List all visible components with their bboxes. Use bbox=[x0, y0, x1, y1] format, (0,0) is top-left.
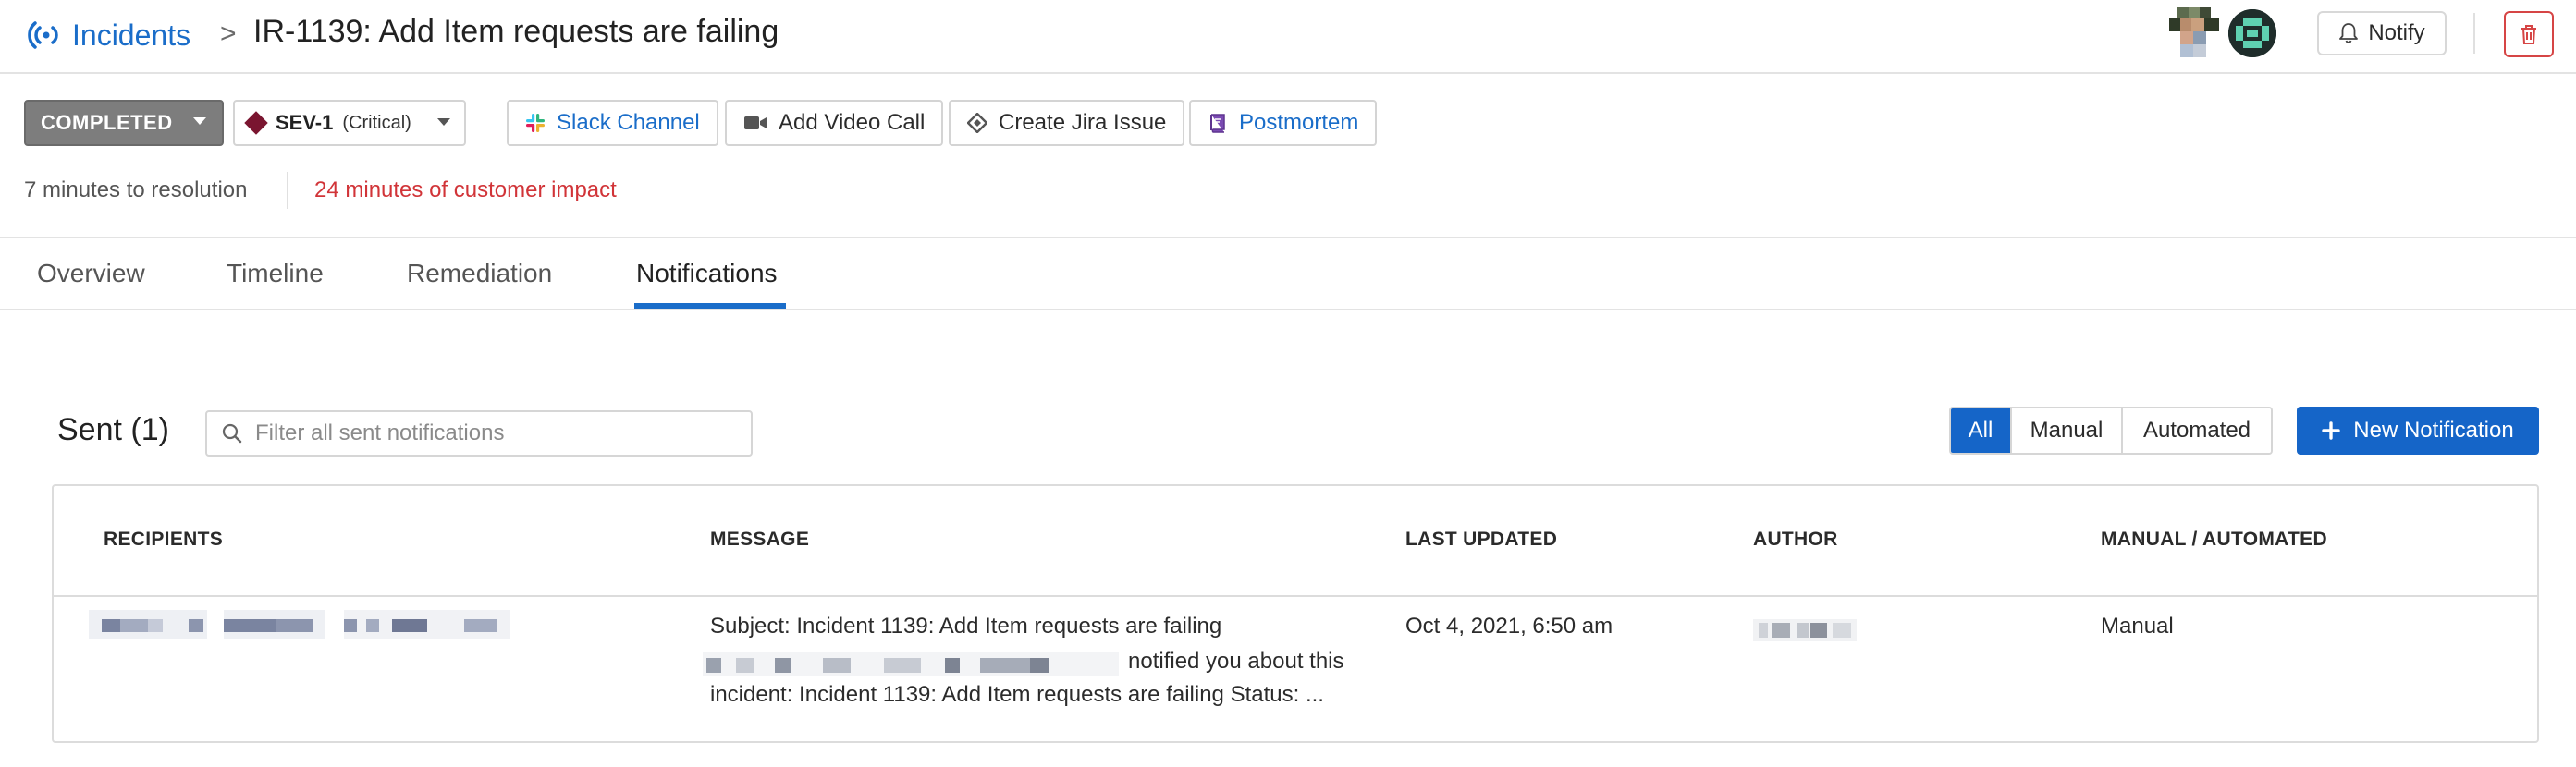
bell-icon bbox=[2338, 22, 2359, 44]
delete-incident-button[interactable] bbox=[2504, 11, 2554, 57]
message-body-preview: incident: Incident 1139: Add Item reques… bbox=[710, 682, 1324, 707]
slack-icon bbox=[525, 113, 546, 133]
message-subject: Subject: Incident 1139: Add Item request… bbox=[710, 614, 1222, 639]
tab-overview[interactable]: Overview bbox=[37, 259, 145, 288]
column-header-recipients[interactable]: RECIPIENTS bbox=[104, 529, 223, 551]
column-header-author[interactable]: AUTHOR bbox=[1753, 529, 1838, 551]
filter-all[interactable]: All bbox=[1951, 408, 2012, 453]
severity-diamond-icon bbox=[244, 111, 268, 135]
video-camera-icon bbox=[743, 115, 767, 131]
filter-automated[interactable]: Automated bbox=[2123, 408, 2271, 453]
search-box[interactable] bbox=[205, 410, 753, 457]
tab-notifications[interactable]: Notifications bbox=[636, 259, 778, 288]
tab-remediation[interactable]: Remediation bbox=[407, 259, 552, 288]
notify-label: Notify bbox=[2368, 20, 2425, 45]
incidents-breadcrumb-link[interactable]: Incidents bbox=[24, 13, 190, 57]
severity-dropdown[interactable]: SEV-1 (Critical) bbox=[233, 100, 466, 146]
redacted-recipients bbox=[89, 610, 533, 639]
slack-channel-button[interactable]: Slack Channel bbox=[507, 100, 718, 146]
column-header-manual-automated[interactable]: MANUAL / AUTOMATED bbox=[2101, 529, 2327, 551]
avatar[interactable] bbox=[2169, 7, 2219, 57]
trash-icon bbox=[2519, 23, 2539, 45]
chevron-down-icon bbox=[192, 116, 207, 126]
breadcrumb-chevron-icon: > bbox=[220, 18, 237, 49]
notification-type-value: Manual bbox=[2101, 614, 2174, 639]
search-input[interactable] bbox=[253, 420, 751, 447]
incidents-link-label: Incidents bbox=[72, 18, 191, 52]
new-notification-button[interactable]: New Notification bbox=[2297, 407, 2539, 455]
chevron-down-icon bbox=[436, 117, 451, 127]
add-video-call-label: Add Video Call bbox=[779, 110, 926, 135]
status-value: COMPLETED bbox=[41, 111, 173, 134]
plus-icon bbox=[2322, 421, 2340, 440]
page-title: IR-1139: Add Item requests are failing bbox=[253, 14, 779, 49]
create-jira-issue-label: Create Jira Issue bbox=[999, 110, 1167, 135]
tabs-top-border bbox=[0, 237, 2576, 238]
customer-impact: 24 minutes of customer impact bbox=[314, 177, 617, 202]
sent-section-title: Sent (1) bbox=[57, 412, 169, 447]
incidents-logo-icon bbox=[24, 16, 63, 55]
active-tab-indicator bbox=[634, 303, 786, 309]
message-notified-text: notified you about this bbox=[1128, 649, 1344, 674]
new-notification-label: New Notification bbox=[2353, 418, 2514, 443]
status-dropdown[interactable]: COMPLETED bbox=[24, 100, 224, 146]
jira-icon bbox=[967, 113, 987, 133]
header-divider bbox=[2473, 13, 2475, 54]
create-jira-issue-button[interactable]: Create Jira Issue bbox=[949, 100, 1185, 146]
postmortem-label: Postmortem bbox=[1239, 110, 1359, 135]
add-video-call-button[interactable]: Add Video Call bbox=[725, 100, 944, 146]
severity-description: (Critical) bbox=[342, 112, 411, 133]
notify-button[interactable]: Notify bbox=[2317, 11, 2447, 55]
slack-channel-label: Slack Channel bbox=[557, 110, 700, 135]
column-header-message[interactable]: MESSAGE bbox=[710, 529, 809, 551]
severity-value: SEV-1 bbox=[276, 111, 334, 134]
postmortem-button[interactable]: Postmortem bbox=[1189, 100, 1378, 146]
redacted-sender bbox=[703, 652, 1119, 676]
meta-divider bbox=[287, 172, 288, 209]
time-to-resolution: 7 minutes to resolution bbox=[24, 177, 248, 202]
book-icon bbox=[1208, 113, 1228, 133]
redacted-author bbox=[1753, 619, 1857, 641]
avatar[interactable] bbox=[2228, 9, 2276, 57]
tab-timeline[interactable]: Timeline bbox=[227, 259, 324, 288]
tabs-bottom-border bbox=[0, 309, 2576, 310]
last-updated-value: Oct 4, 2021, 6:50 am bbox=[1405, 614, 1613, 639]
search-icon bbox=[222, 423, 242, 444]
filter-manual[interactable]: Manual bbox=[2012, 408, 2123, 453]
notification-type-filter: All Manual Automated bbox=[1949, 407, 2273, 455]
column-header-last-updated[interactable]: LAST UPDATED bbox=[1405, 529, 1557, 551]
